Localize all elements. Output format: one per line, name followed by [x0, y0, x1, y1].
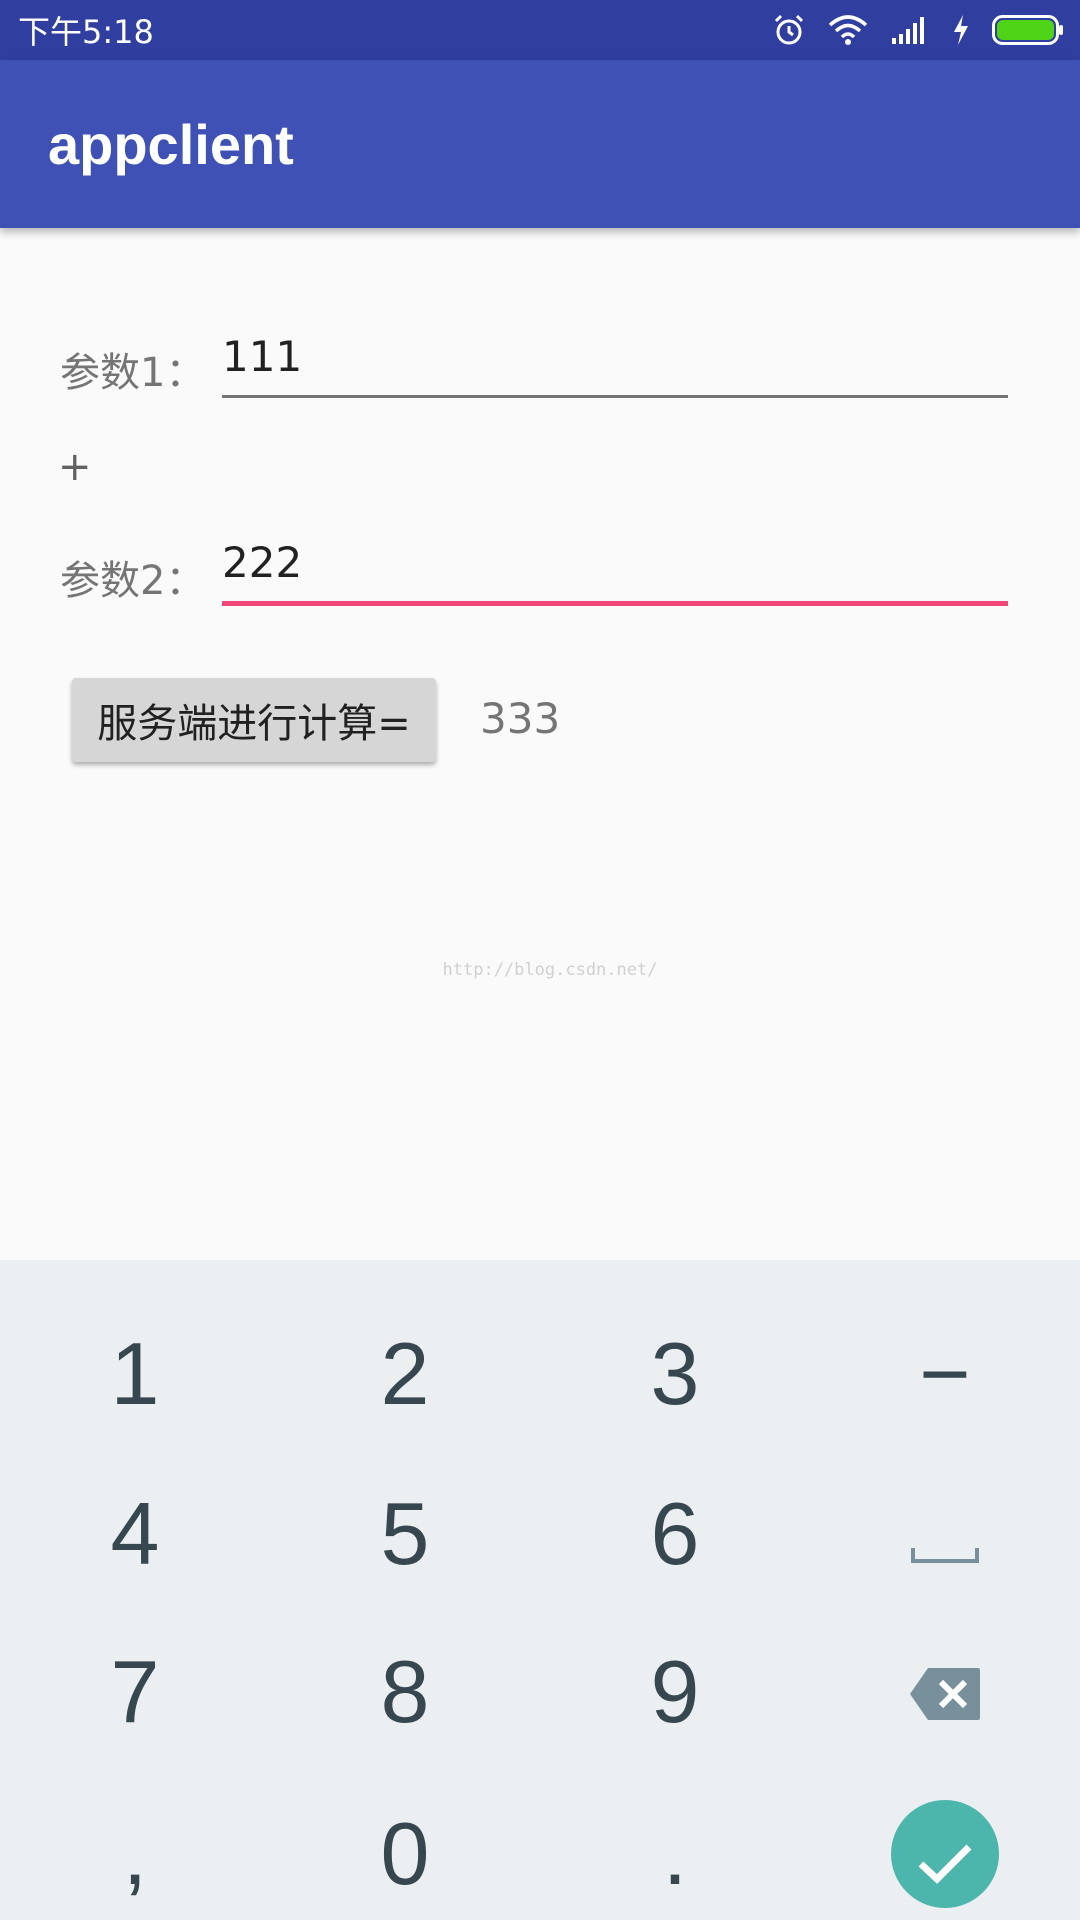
param1-label: 参数1： — [60, 350, 206, 396]
key-4[interactable]: 4 — [0, 1454, 270, 1614]
key-3[interactable]: 3 — [540, 1294, 810, 1454]
space-icon — [911, 1483, 979, 1585]
status-icons — [772, 13, 1064, 47]
operator-label: + — [58, 444, 92, 490]
key-space[interactable] — [810, 1454, 1080, 1614]
watermark: http://blog.csdn.net/ — [442, 960, 658, 980]
key-7[interactable]: 7 — [0, 1612, 270, 1772]
done-button[interactable] — [891, 1800, 999, 1908]
check-icon — [917, 1803, 973, 1905]
key-1[interactable]: 1 — [0, 1294, 270, 1454]
status-time: 下午5:18 — [18, 13, 154, 51]
param1-value: 111 — [222, 332, 303, 381]
key-minus[interactable]: − — [810, 1294, 1080, 1454]
battery-icon — [992, 15, 1064, 45]
key-0[interactable]: 0 — [270, 1774, 540, 1920]
app-title: appclient — [48, 112, 294, 176]
key-9[interactable]: 9 — [540, 1612, 810, 1772]
charging-icon — [952, 15, 970, 45]
backspace-icon — [908, 1641, 982, 1743]
key-6[interactable]: 6 — [540, 1454, 810, 1614]
key-backspace[interactable] — [810, 1612, 1080, 1772]
key-dot[interactable]: . — [540, 1774, 810, 1920]
key-5[interactable]: 5 — [270, 1454, 540, 1614]
param2-value: 222 — [222, 538, 303, 587]
signal-icon — [890, 16, 930, 44]
param2-input[interactable]: 222 — [222, 526, 1008, 606]
key-2[interactable]: 2 — [270, 1294, 540, 1454]
param2-label: 参数2： — [60, 558, 206, 604]
result-text: 333 — [480, 694, 561, 743]
key-comma[interactable]: , — [0, 1774, 270, 1920]
wifi-icon — [828, 15, 868, 45]
calculate-button[interactable]: 服务端进行计算= — [72, 678, 436, 762]
param1-input[interactable]: 111 — [222, 318, 1008, 398]
status-bar: 下午5:18 — [0, 0, 1080, 60]
alarm-icon — [772, 13, 806, 47]
key-done[interactable] — [810, 1774, 1080, 1920]
key-8[interactable]: 8 — [270, 1612, 540, 1772]
numeric-keyboard: 1 2 3 − 4 5 6 7 8 9 , 0 . — [0, 1260, 1080, 1920]
app-bar: appclient — [0, 60, 1080, 228]
